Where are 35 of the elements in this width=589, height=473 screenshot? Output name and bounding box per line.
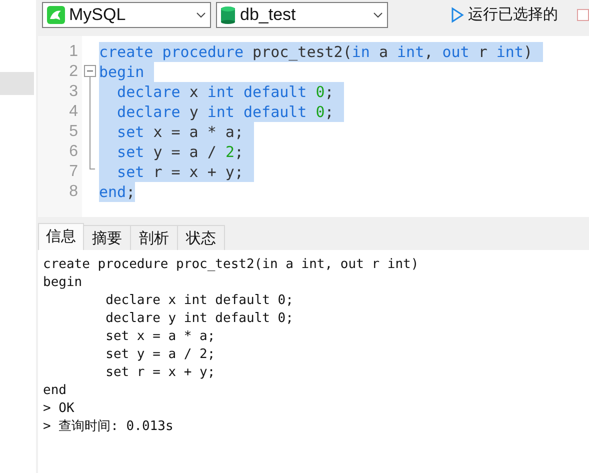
- output-line: set y = a / 2;: [104, 347, 216, 362]
- line-number: 7: [68, 162, 79, 182]
- line-number: 5: [68, 122, 79, 142]
- output-line: > OK: [43, 401, 74, 416]
- output-line: create procedure proc_test2(in a int, out r int): [43, 257, 419, 272]
- output-line: declare y int default 0;: [104, 311, 294, 326]
- database-value: db_test: [240, 4, 297, 26]
- database-dropdown[interactable]: db_test: [216, 2, 388, 28]
- chevron-down-icon: [196, 12, 206, 18]
- result-tab[interactable]: 剖析: [131, 225, 178, 250]
- output-line: declare x int default 0;: [104, 293, 294, 308]
- play-icon: [451, 7, 464, 23]
- line-number: 6: [68, 142, 79, 162]
- line-number: 2: [68, 62, 79, 82]
- sidebar-highlight: [0, 72, 34, 95]
- output-line: begin: [43, 275, 82, 290]
- output-line: > 查询时间: 0.013s: [43, 419, 174, 434]
- result-tab[interactable]: 摘要: [84, 225, 131, 250]
- connection-value: MySQL: [69, 4, 127, 26]
- fold-marker-icon[interactable]: [84, 65, 96, 170]
- line-number: 1: [68, 42, 79, 62]
- chevron-down-icon: [373, 12, 383, 18]
- output-line: set r = x + y;: [104, 365, 216, 380]
- result-tab[interactable]: 状态: [178, 225, 225, 250]
- output-line: end: [43, 383, 66, 398]
- checkbox[interactable]: [577, 9, 589, 21]
- result-tab[interactable]: 信息: [38, 223, 84, 250]
- output-line: set x = a * a;: [104, 329, 216, 344]
- dolphin-icon: [47, 6, 65, 24]
- line-number: 8: [68, 182, 79, 202]
- line-number: 4: [68, 102, 79, 122]
- line-number: 3: [68, 82, 79, 102]
- database-icon: [221, 6, 236, 24]
- run-selected-button[interactable]: 运行已选择的: [451, 2, 558, 28]
- connection-dropdown[interactable]: MySQL: [42, 2, 212, 28]
